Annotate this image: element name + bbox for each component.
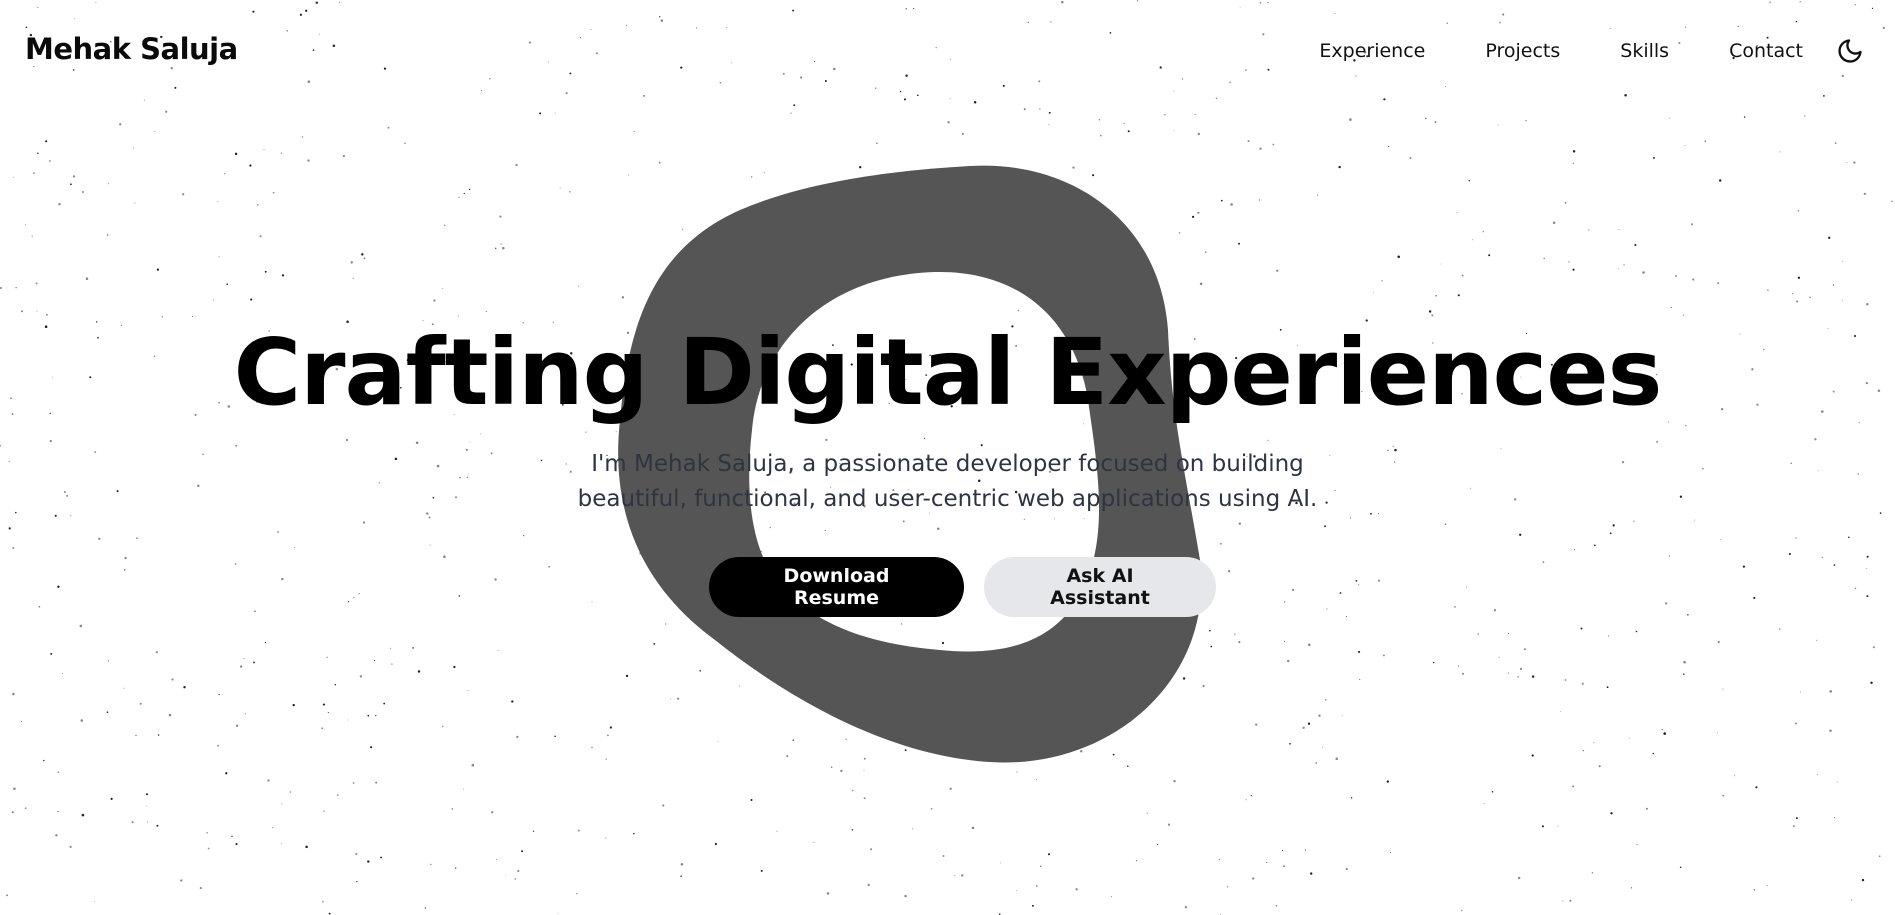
moon-icon <box>1838 39 1862 63</box>
nav-link-experience[interactable]: Experience <box>1319 40 1425 62</box>
ask-ai-assistant-button[interactable]: Ask AI Assistant <box>984 557 1216 618</box>
main-nav: Experience Projects Skills Contact <box>1319 36 1865 66</box>
hero-subtitle: I'm Mehak Saluja, a passionate developer… <box>577 451 1318 513</box>
brand-logo[interactable]: Mehak Saluja <box>25 32 238 66</box>
nav-link-skills[interactable]: Skills <box>1620 40 1669 62</box>
page: Mehak Saluja Experience Projects Skills … <box>0 0 1895 915</box>
nav-link-projects[interactable]: Projects <box>1485 40 1560 62</box>
hero-actions: Download Resume Ask AI Assistant <box>30 557 1895 618</box>
download-resume-button[interactable]: Download Resume <box>709 557 964 618</box>
nav-link-contact[interactable]: Contact <box>1729 40 1803 62</box>
hero-section: Crafting Digital Experiences I'm Mehak S… <box>0 319 1895 618</box>
hero-headline: Crafting Digital Experiences <box>233 319 1663 426</box>
theme-toggle-button[interactable] <box>1835 36 1865 66</box>
